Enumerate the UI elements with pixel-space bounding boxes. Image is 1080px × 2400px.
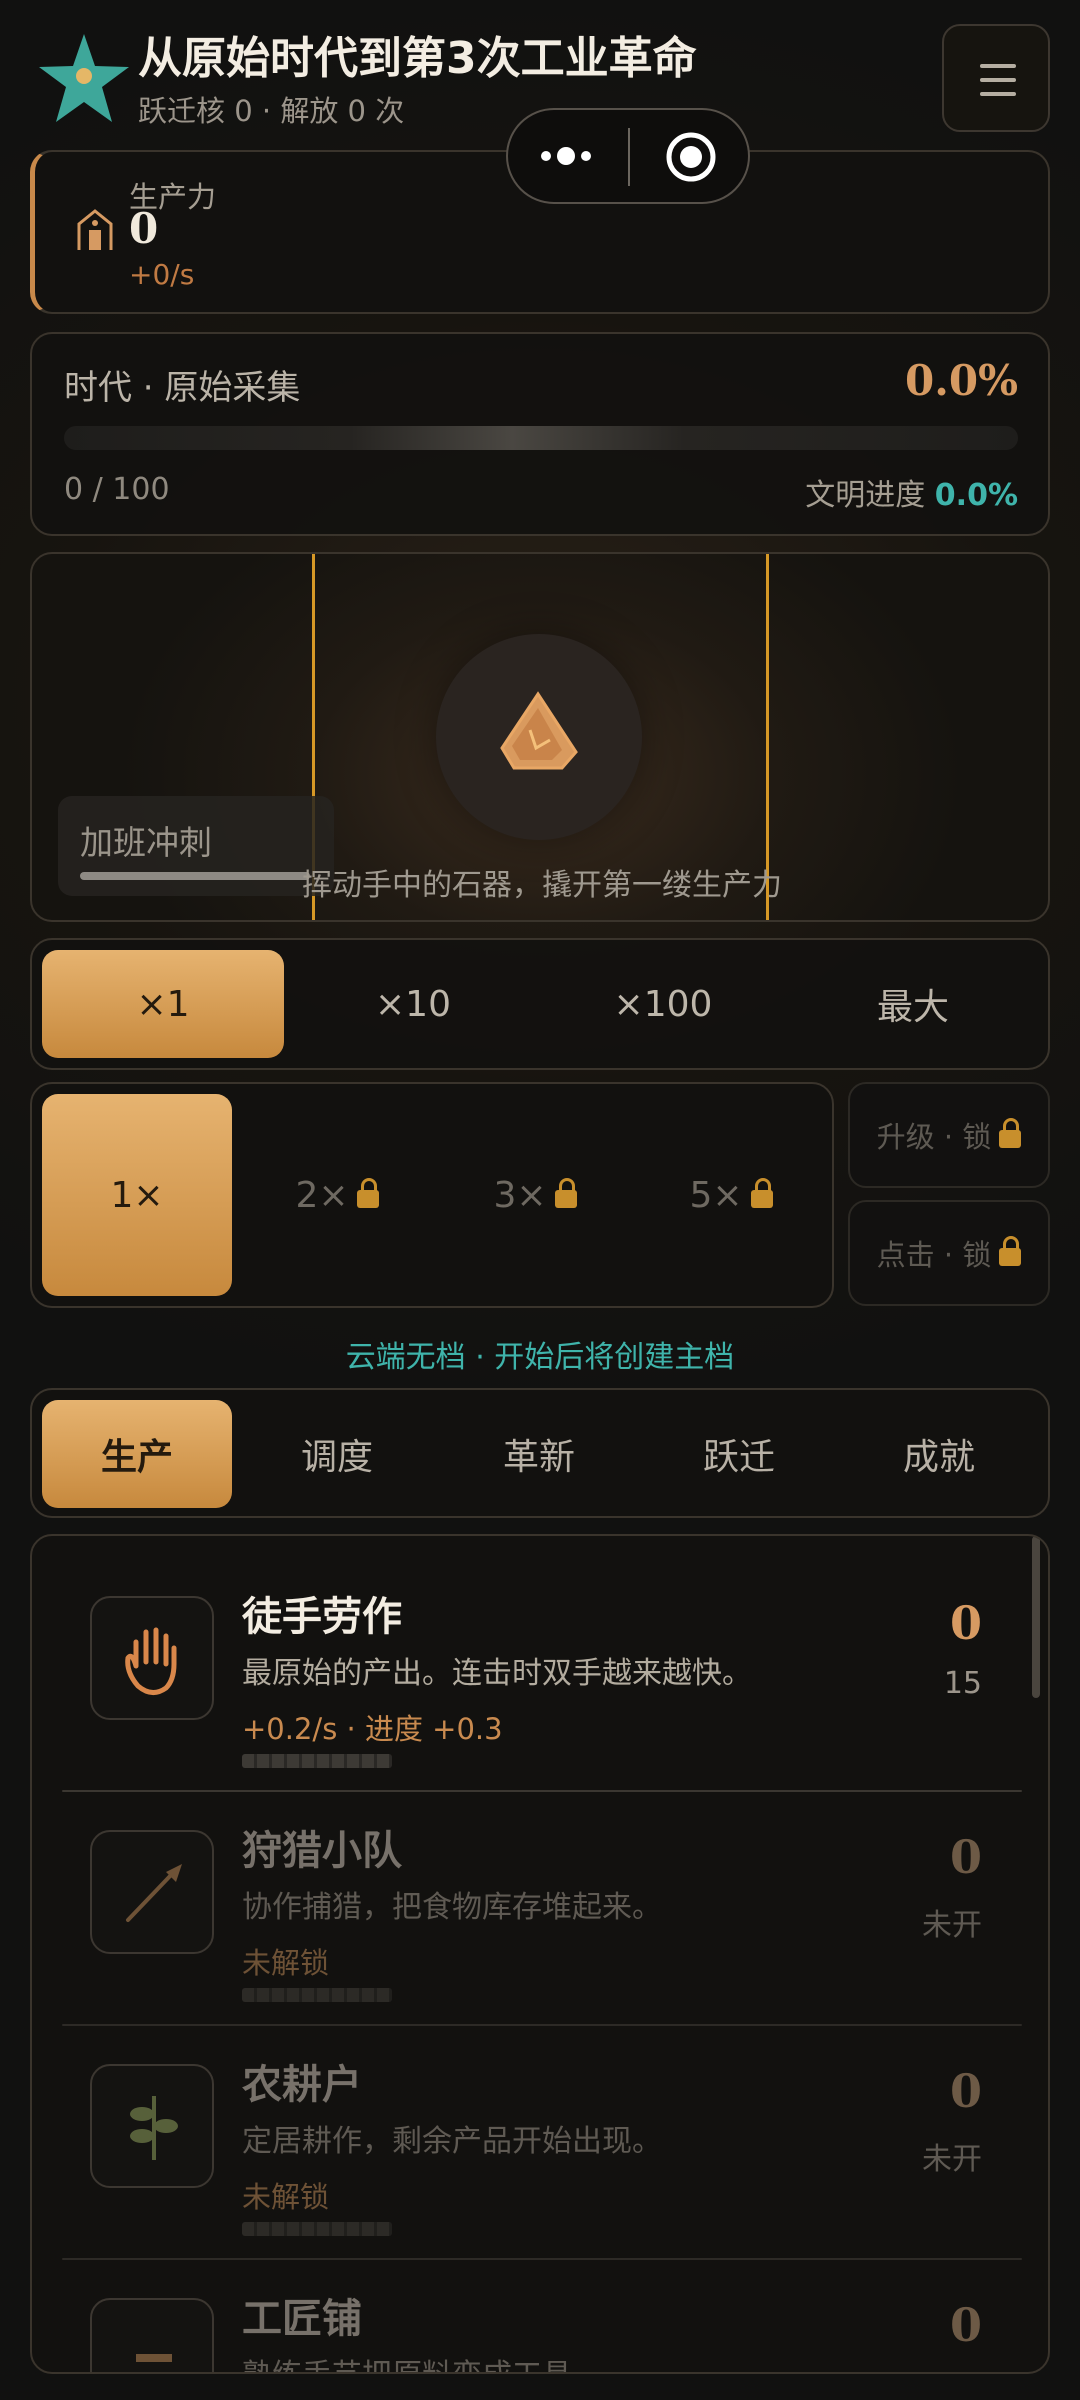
stage-hint: 挥动手中的石器，撬开第一缕生产力	[302, 868, 782, 903]
era-count: 0 / 100	[64, 472, 170, 507]
tab-leap[interactable]: 跃迁	[644, 1400, 834, 1508]
list-item[interactable]: 徒手劳作 最原始的产出。连击时双手越来越快。 +0.2/s · 进度 +0.3 …	[62, 1556, 1022, 1788]
item-description: 熟练手艺把原料变成工具。	[242, 2350, 602, 2372]
item-progress-bar	[242, 2222, 392, 2236]
item-icon-box	[90, 1830, 214, 1954]
work-stage[interactable]: 加班冲刺 挥动手中的石器，撬开第一缕生产力	[30, 552, 1050, 922]
productivity-value: 0	[129, 204, 159, 253]
speed-5x-label: 5×	[689, 1174, 743, 1216]
item-cost: 未开	[922, 2142, 982, 2177]
header-subtitle: 跃迁核 0 · 解放 0 次	[138, 94, 405, 128]
star-logo-icon	[39, 34, 129, 122]
item-name: 农耕户	[242, 2062, 362, 2108]
overtime-sprint-bar	[80, 872, 310, 880]
item-name: 工匠铺	[242, 2296, 362, 2342]
multiplier-x1[interactable]: ×1	[42, 950, 284, 1058]
click-locked-button[interactable]: 点击 · 锁	[848, 1200, 1050, 1306]
spear-icon	[126, 1864, 182, 1922]
production-list[interactable]: 徒手劳作 最原始的产出。连击时双手越来越快。 +0.2/s · 进度 +0.3 …	[30, 1534, 1050, 2374]
item-count: 0	[949, 1830, 982, 1884]
item-status: 未解锁	[242, 1946, 330, 1980]
game-title: 从原始时代到第3次工业革命	[138, 33, 697, 84]
civ-label: 文明进度	[805, 478, 926, 513]
era-card: 时代 · 原始采集 0.0% 0 / 100 文明进度 0.0%	[30, 332, 1050, 536]
item-count: 0	[949, 1596, 982, 1650]
lock-icon	[554, 1178, 577, 1208]
plant-icon	[130, 2096, 178, 2160]
building-icon	[77, 209, 113, 250]
speed-2x-label: 2×	[295, 1174, 349, 1216]
item-cost: 未开	[922, 1908, 982, 1943]
capsule-divider	[628, 128, 630, 186]
civilization-progress: 文明进度 0.0%	[805, 470, 1018, 514]
item-stat: +0.2/s · 进度 +0.3	[242, 1712, 503, 1746]
lock-icon	[356, 1178, 379, 1208]
productivity-rate: +0/s	[129, 258, 195, 291]
stone-tool-button[interactable]	[436, 634, 642, 840]
speed-selector: 1× 2× 3× 5×	[30, 1082, 834, 1308]
item-name: 徒手劳作	[242, 1594, 402, 1640]
upgrade-locked-label: 升级 · 锁	[876, 1120, 992, 1154]
item-description: 协作捕猎，把食物库存堆起来。	[242, 1890, 662, 1925]
mini-program-capsule	[506, 108, 750, 204]
item-icon-box	[90, 2298, 214, 2372]
lock-icon	[750, 1178, 773, 1208]
tab-dispatch[interactable]: 调度	[242, 1400, 432, 1508]
era-percent: 0.0%	[905, 356, 1018, 405]
main-tabs: 生产 调度 革新 跃迁 成就	[30, 1388, 1050, 1518]
multiplier-x100[interactable]: ×100	[542, 950, 784, 1058]
click-locked-label: 点击 · 锁	[876, 1238, 992, 1272]
speed-3x[interactable]: 3×	[440, 1094, 630, 1296]
cloud-save-status: 云端无档 · 开始后将创建主档	[345, 1340, 735, 1375]
item-progress-bar	[242, 1754, 392, 1768]
item-description: 定居耕作，剩余产品开始出现。	[242, 2124, 662, 2159]
item-icon-box	[90, 1596, 214, 1720]
hand-icon	[125, 1627, 177, 1695]
list-scrollbar[interactable]	[1032, 1536, 1040, 1698]
lock-icon	[999, 1118, 1022, 1148]
item-progress-bar	[242, 1988, 392, 2002]
item-name: 狩猎小队	[242, 1828, 402, 1874]
multiplier-x10[interactable]: ×10	[292, 950, 534, 1058]
lock-icon	[999, 1236, 1022, 1266]
speed-1x[interactable]: 1×	[42, 1094, 232, 1296]
speed-5x[interactable]: 5×	[636, 1094, 826, 1296]
stone-tool-icon	[500, 691, 578, 770]
more-dots-icon[interactable]	[538, 146, 594, 166]
tool-icon	[136, 2354, 172, 2362]
item-icon-box	[90, 2064, 214, 2188]
overtime-sprint-label: 加班冲刺	[80, 823, 212, 862]
civ-percent: 0.0%	[934, 478, 1018, 513]
item-count: 0	[949, 2064, 982, 2118]
multiplier-max[interactable]: 最大	[792, 950, 1034, 1058]
upgrade-locked-button[interactable]: 升级 · 锁	[848, 1082, 1050, 1188]
item-status: 未解锁	[242, 2180, 330, 2214]
buy-multiplier-selector: ×1 ×10 ×100 最大	[30, 938, 1050, 1070]
close-target-icon[interactable]	[664, 130, 718, 184]
overtime-sprint-panel[interactable]: 加班冲刺	[58, 796, 334, 896]
speed-3x-label: 3×	[493, 1174, 547, 1216]
list-item[interactable]: 狩猎小队 协作捕猎，把食物库存堆起来。 未解锁 0 未开	[62, 1790, 1022, 2022]
tab-innovation[interactable]: 革新	[444, 1400, 634, 1508]
list-item[interactable]: 农耕户 定居耕作，剩余产品开始出现。 未解锁 0 未开	[62, 2024, 1022, 2256]
era-label: 时代 · 原始采集	[64, 368, 301, 408]
item-cost: 15	[943, 1666, 982, 1701]
tab-achievements[interactable]: 成就	[844, 1400, 1034, 1508]
menu-button[interactable]	[942, 24, 1050, 132]
speed-2x[interactable]: 2×	[242, 1094, 432, 1296]
item-description: 最原始的产出。连击时双手越来越快。	[242, 1656, 752, 1691]
list-item[interactable]: 工匠铺 熟练手艺把原料变成工具。 0	[62, 2258, 1022, 2372]
item-count: 0	[949, 2298, 982, 2352]
era-progress-bar	[64, 426, 1018, 450]
tab-production[interactable]: 生产	[42, 1400, 232, 1508]
